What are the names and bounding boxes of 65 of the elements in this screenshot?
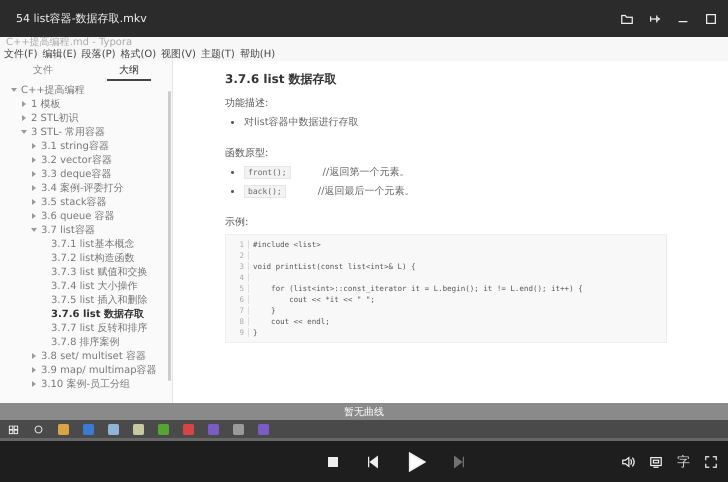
outline-item[interactable]: 3.5 stack容器 xyxy=(0,195,166,209)
outline-item[interactable]: 3.2 vector容器 xyxy=(0,153,166,167)
code-comment: //返回最后一个元素。 xyxy=(318,184,414,198)
bullet-text: 对list容器中数据进行存取 xyxy=(244,116,359,129)
volume-button[interactable] xyxy=(621,454,635,468)
subtitle-button[interactable]: 字 xyxy=(677,452,690,470)
outline-item[interactable]: 3.7.6 list 数据存取 xyxy=(0,307,166,321)
menu-item[interactable]: 帮助(H) xyxy=(240,49,276,61)
inline-code: front(); xyxy=(244,166,291,178)
outline-item[interactable]: 3.9 map/ multimap容器 xyxy=(0,363,166,377)
progress-track[interactable] xyxy=(0,438,728,441)
outline-item[interactable]: 3.7.4 list 大小操作 xyxy=(0,279,166,293)
outline-item[interactable]: 3 STL- 常用容器 xyxy=(0,125,166,139)
taskbar-app-icon[interactable] xyxy=(133,424,144,434)
outline-item[interactable]: C++提高编程 xyxy=(0,83,166,97)
bullet-icon xyxy=(231,190,234,192)
outline-item[interactable]: 3.7 list容器 xyxy=(0,223,166,237)
maximize-icon[interactable] xyxy=(704,12,718,26)
start-icon[interactable] xyxy=(8,424,19,434)
overlay-text: 暂无曲线 xyxy=(344,406,384,418)
caret-down-icon[interactable] xyxy=(10,86,18,94)
menu-item[interactable]: 段落(P) xyxy=(82,49,116,61)
search-icon[interactable] xyxy=(33,424,44,434)
outline-item[interactable]: 3.7.2 list构造函数 xyxy=(0,251,166,265)
outline-item[interactable]: 3.7.1 list基本概念 xyxy=(0,237,166,251)
app-title: C++提高编程.md - Typora xyxy=(0,37,728,49)
outline-item[interactable]: 3.7.5 list 插入和删除 xyxy=(0,293,166,307)
sidebar-tab[interactable]: 大纲 xyxy=(107,61,151,81)
outline-item[interactable]: 1 模板 xyxy=(0,97,166,111)
outline-item[interactable]: 3.4 案例-评委打分 xyxy=(0,181,166,195)
taskbar-app-icon[interactable] xyxy=(233,424,244,434)
bullet-icon xyxy=(231,120,234,124)
outline-item[interactable]: 3.7.3 list 赋值和交换 xyxy=(0,265,166,279)
previous-button[interactable] xyxy=(366,454,380,468)
inline-code: back(); xyxy=(244,184,286,198)
outline-item[interactable]: 3.1 string容器 xyxy=(0,139,166,153)
menu-item[interactable]: 格式(O) xyxy=(120,49,156,61)
outline-item[interactable]: 3.3 deque容器 xyxy=(0,167,166,181)
subsection-title: 函数原型: xyxy=(225,146,270,160)
taskbar-app-icon[interactable] xyxy=(58,424,69,434)
outline-item[interactable]: 3.7.8 排序案例 xyxy=(0,335,166,349)
menu-item[interactable]: 视图(V) xyxy=(161,49,196,61)
screen-button[interactable] xyxy=(649,454,663,468)
outline-item[interactable]: 3.7.7 list 反转和排序 xyxy=(0,321,166,335)
subsection-title: 功能描述: xyxy=(225,96,270,110)
outline-item[interactable]: 3.10 案例-员工分组 xyxy=(0,377,166,391)
menu-item[interactable]: 编辑(E) xyxy=(42,49,77,61)
subsection-title: 示例: xyxy=(225,216,250,229)
menu-item[interactable]: 主题(T) xyxy=(200,49,235,61)
sidebar-tab[interactable]: 文件 xyxy=(21,61,65,81)
video-title: 54 list容器-数据存取.mkv xyxy=(16,11,148,26)
outline-item[interactable]: 2 STL初识 xyxy=(0,111,166,125)
bullet-icon xyxy=(231,170,234,174)
section-heading: 3.7.6 list 数据存取 xyxy=(225,71,338,88)
fullscreen-button[interactable] xyxy=(704,454,718,468)
outline-item[interactable]: 3.6 queue 容器 xyxy=(0,209,166,223)
caret-down-icon[interactable] xyxy=(20,128,28,136)
menu-item[interactable]: 文件(F) xyxy=(4,49,38,61)
taskbar-app-icon[interactable] xyxy=(83,424,94,434)
outline-item[interactable]: 3.8 set/ multiset 容器 xyxy=(0,349,166,363)
taskbar-app-icon[interactable] xyxy=(108,424,119,434)
taskbar-app-icon[interactable] xyxy=(158,424,169,434)
caret-down-icon[interactable] xyxy=(30,226,38,234)
stop-button[interactable] xyxy=(326,454,340,468)
code-comment: //返回第一个元素。 xyxy=(322,166,410,179)
